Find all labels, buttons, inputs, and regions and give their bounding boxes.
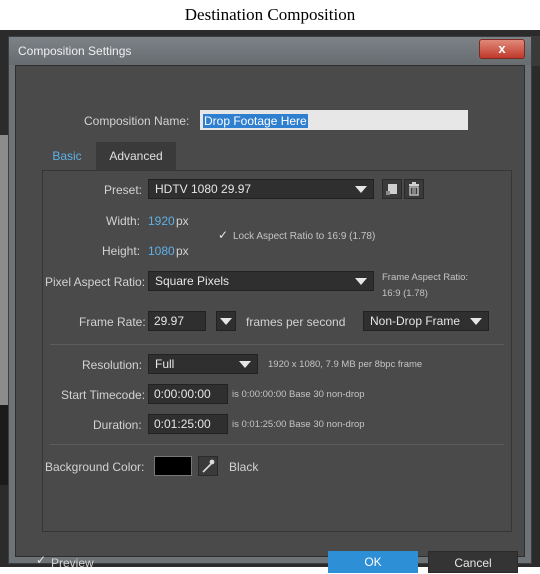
- composition-name-label: Composition Name:: [84, 114, 190, 128]
- lock-aspect-checkbox[interactable]: ✓: [218, 229, 230, 241]
- resolution-label: Resolution:: [82, 358, 143, 372]
- chevron-down-icon: [355, 186, 367, 193]
- frame-aspect-label: Frame Aspect Ratio:: [382, 272, 469, 283]
- preview-checkbox[interactable]: ✓: [36, 554, 48, 566]
- resolution-info: 1920 x 1080, 7.9 MB per 8bpc frame: [268, 359, 423, 370]
- frame-rate-suffix: frames per second: [246, 315, 346, 329]
- drop-frame-value: Non-Drop Frame: [370, 314, 461, 328]
- composition-name-value: Drop Footage Here: [203, 114, 308, 128]
- pixel-aspect-label: Pixel Aspect Ratio:: [45, 275, 146, 289]
- frame-rate-dropdown[interactable]: [216, 311, 236, 331]
- save-preset-icon: [386, 184, 397, 195]
- pixel-aspect-dropdown[interactable]: Square Pixels: [148, 271, 374, 291]
- close-icon: x: [498, 41, 506, 56]
- divider: [50, 444, 504, 445]
- preset-label: Preset:: [104, 183, 143, 197]
- background-color-label: Background Color:: [45, 460, 145, 474]
- frame-rate-label: Frame Rate:: [79, 315, 146, 329]
- ok-button[interactable]: OK: [328, 551, 418, 573]
- delete-preset-button[interactable]: [404, 179, 424, 199]
- composition-name-input[interactable]: Drop Footage Here: [200, 110, 468, 130]
- composition-settings-dialog: Composition Settings x Composition Name:…: [8, 36, 532, 573]
- save-preset-button[interactable]: [382, 179, 402, 199]
- chevron-down-icon: [470, 318, 482, 325]
- eyedropper-button[interactable]: [198, 456, 218, 476]
- title-bar[interactable]: Composition Settings x: [9, 37, 531, 65]
- chevron-down-icon: [355, 278, 367, 285]
- eyedropper-icon: [202, 459, 215, 473]
- chevron-down-icon: [239, 361, 251, 368]
- frame-rate-value: 29.97: [154, 314, 185, 328]
- trash-icon: [409, 182, 419, 196]
- duration-label: Duration:: [93, 418, 142, 432]
- tab-basic[interactable]: Basic: [42, 142, 92, 170]
- pixel-aspect-value: Square Pixels: [155, 274, 230, 288]
- chevron-down-icon: [220, 318, 232, 325]
- start-timecode-info: is 0:00:00:00 Base 30 non-drop: [232, 389, 365, 400]
- height-unit: px: [176, 244, 189, 258]
- preset-dropdown[interactable]: HDTV 1080 29.97: [148, 179, 374, 199]
- height-label: Height:: [102, 244, 141, 258]
- width-value[interactable]: 1920: [148, 214, 175, 228]
- window-title: Composition Settings: [18, 44, 132, 58]
- width-label: Width:: [106, 214, 141, 228]
- duration-info: is 0:01:25:00 Base 30 non-drop: [232, 419, 365, 430]
- resolution-dropdown[interactable]: Full: [148, 354, 258, 374]
- start-timecode-value: 0:00:00:00: [154, 387, 211, 401]
- duration-input[interactable]: 0:01:25:00: [148, 414, 228, 434]
- start-timecode-label: Start Timecode:: [61, 388, 146, 402]
- resolution-value: Full: [155, 357, 175, 371]
- frame-rate-input[interactable]: 29.97: [148, 311, 206, 331]
- tab-advanced[interactable]: Advanced: [96, 142, 176, 170]
- width-unit: px: [176, 214, 189, 228]
- lock-aspect-label: Lock Aspect Ratio to 16:9 (1.78): [233, 231, 376, 242]
- background-color-name: Black: [229, 460, 259, 474]
- dialog-body: Composition Name: Drop Footage Here Basi…: [15, 65, 525, 573]
- drop-frame-dropdown[interactable]: Non-Drop Frame: [363, 311, 489, 331]
- preset-value: HDTV 1080 29.97: [155, 182, 252, 196]
- frame-aspect-value: 16:9 (1.78): [382, 288, 428, 299]
- start-timecode-input[interactable]: 0:00:00:00: [148, 384, 228, 404]
- duration-value: 0:01:25:00: [154, 417, 211, 431]
- cancel-button[interactable]: Cancel: [428, 551, 518, 573]
- background-color-swatch[interactable]: [154, 456, 192, 476]
- close-button[interactable]: x: [479, 39, 525, 59]
- height-value[interactable]: 1080: [148, 244, 175, 258]
- divider: [50, 344, 504, 345]
- preview-label: Preview: [51, 556, 94, 570]
- figure-caption: Destination Composition: [184, 5, 356, 24]
